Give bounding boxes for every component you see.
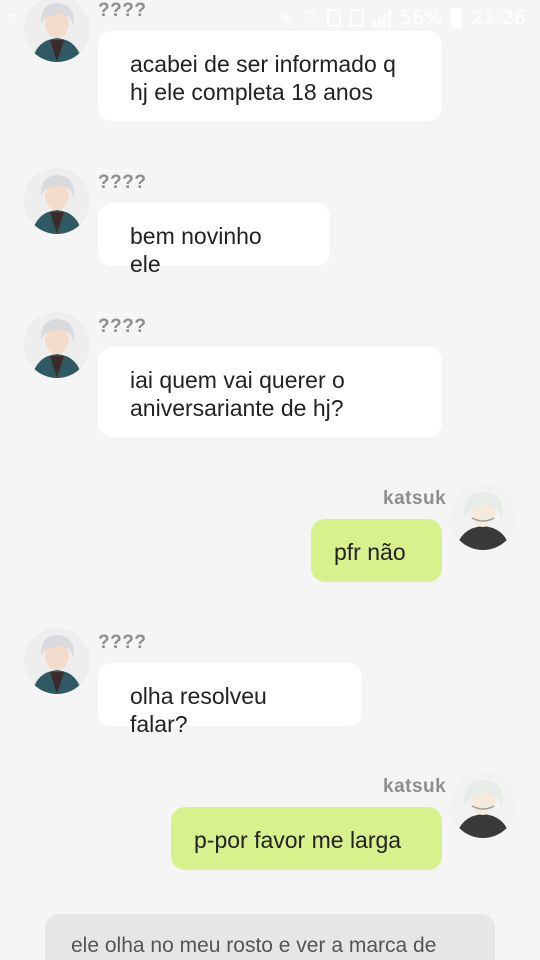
message-bubble[interactable]: olha resolveu falar? — [98, 663, 362, 737]
battery-percent: 56% — [400, 7, 443, 29]
avatar-silver-hair-icon — [24, 168, 90, 234]
chat-screen: ⊸ 🔇︎ ⏰︎ 56% 21:26 ???? acabei de ser inf… — [0, 0, 540, 960]
avatar[interactable] — [24, 312, 90, 378]
avatar[interactable] — [24, 628, 90, 694]
message-bubble[interactable]: p-por favor me larga — [171, 807, 442, 870]
sender-name: ???? — [98, 172, 147, 193]
sender-name: katsuk — [383, 776, 447, 797]
sender-name: ???? — [98, 316, 147, 337]
avatar[interactable] — [450, 772, 516, 838]
message-bubble[interactable]: acabei de ser informado q hj ele complet… — [98, 31, 442, 121]
avatar-white-hair-icon — [450, 484, 516, 550]
avatar-silver-hair-icon — [24, 312, 90, 378]
sim-icon — [327, 9, 341, 27]
message-bubble[interactable]: bem novinho ele — [98, 203, 330, 277]
alarm-icon: ⏰︎ — [303, 7, 318, 29]
avatar-silver-hair-icon — [24, 628, 90, 694]
screenshot-icon — [350, 9, 364, 27]
avatar[interactable] — [24, 168, 90, 234]
signal-icon — [373, 9, 391, 27]
message-bubble[interactable]: iai quem vai querer o aniversariante de … — [98, 347, 442, 437]
mute-icon: 🔇︎ — [282, 7, 295, 29]
notification-icon: ⊸ — [6, 8, 18, 24]
battery-icon — [451, 8, 463, 28]
sender-name: katsuk — [383, 488, 447, 509]
message-bubble[interactable]: pfr não — [311, 519, 442, 582]
narration-bubble[interactable]: ele olha no meu rosto e ver a marca de — [45, 914, 495, 960]
clock: 21:26 — [471, 7, 526, 29]
avatar[interactable] — [450, 484, 516, 550]
avatar-white-hair-icon — [450, 772, 516, 838]
sender-name: ???? — [98, 632, 147, 653]
status-bar: ⊸ 🔇︎ ⏰︎ 56% 21:26 — [0, 0, 540, 36]
